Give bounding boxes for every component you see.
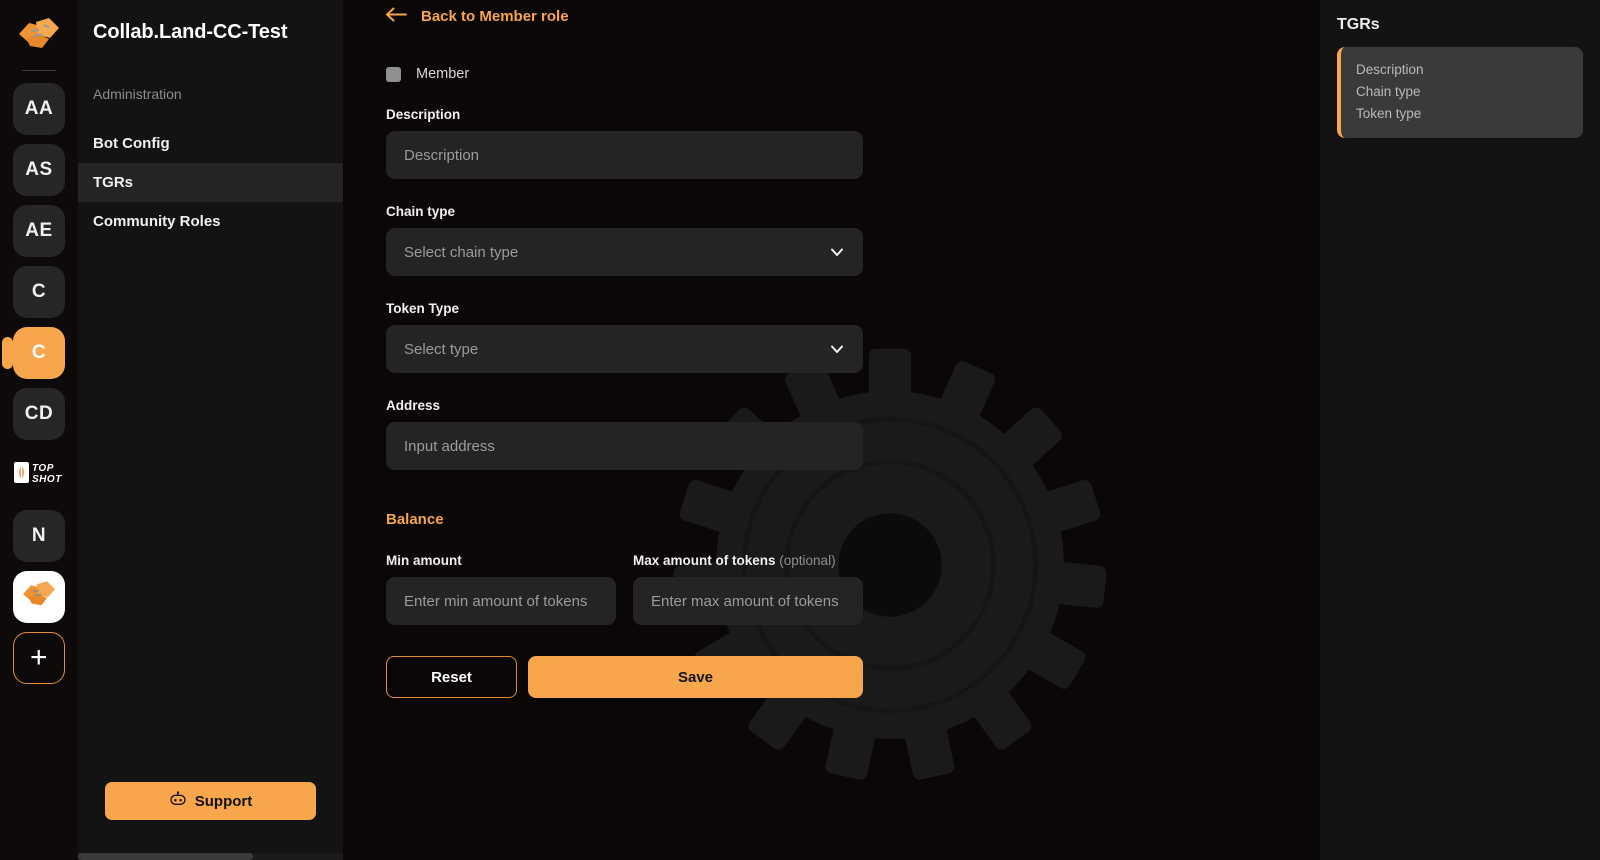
reset-button-label: Reset: [431, 668, 472, 686]
rail-item-label: AA: [24, 98, 54, 119]
support-button[interactable]: Support: [105, 782, 316, 820]
rail-item-c[interactable]: C: [13, 266, 65, 318]
min-amount-field-group: Min amount Enter min amount of tokens: [386, 553, 616, 625]
address-field-group: Address Input address: [386, 398, 863, 470]
token-type-label: Token Type: [386, 301, 460, 316]
active-community-indicator: [2, 337, 13, 369]
outline-link-chain-type[interactable]: Chain type: [1356, 81, 1583, 103]
sidebar-item-tgrs[interactable]: TGRs: [78, 163, 343, 202]
rail-item-c-active[interactable]: C: [2, 327, 65, 379]
sidebar-nav: Bot Config TGRs Community Roles: [78, 124, 343, 241]
max-amount-placeholder: Enter max amount of tokens: [651, 592, 839, 610]
chain-type-placeholder: Select chain type: [404, 243, 519, 261]
rail-item-label: C: [31, 342, 47, 363]
svg-text:TOP: TOP: [32, 463, 54, 474]
support-area: Support: [78, 782, 343, 860]
right-panel-outline-card: Description Chain type Token type: [1337, 47, 1583, 138]
max-amount-field-group: Max amount of tokens (optional) Enter ma…: [633, 553, 863, 625]
chain-type-label: Chain type: [386, 204, 456, 219]
rail-divider: [22, 70, 56, 71]
role-row: Member: [386, 66, 1320, 82]
token-type-placeholder: Select type: [404, 340, 479, 358]
back-link-label: Back to Member role: [421, 8, 569, 25]
sidebar-item-label: Bot Config: [93, 135, 170, 152]
description-input[interactable]: Description: [386, 131, 863, 179]
community-title: Collab.Land-CC-Test: [93, 21, 288, 43]
max-amount-optional-tag: (optional): [779, 553, 836, 568]
max-amount-input[interactable]: Enter max amount of tokens: [633, 577, 863, 625]
rail-item-top-shot[interactable]: TOP SHOT: [13, 449, 65, 501]
min-amount-label: Min amount: [386, 553, 616, 568]
rail-item-collabland[interactable]: [13, 571, 65, 623]
description-placeholder: Description: [404, 146, 480, 164]
app-root: AA AS AE C C CD TOP SHOT N + Collab.Land…: [0, 0, 1600, 860]
chain-type-field-group: Chain type Select chain type: [386, 204, 863, 276]
chain-type-select[interactable]: Select chain type: [386, 228, 863, 276]
rail-item-cd[interactable]: CD: [13, 388, 65, 440]
form-actions: Reset Save: [386, 656, 1320, 698]
reset-button[interactable]: Reset: [386, 656, 517, 698]
sidebar-item-community-roles[interactable]: Community Roles: [78, 202, 343, 241]
token-type-field-group: Token Type Select type: [386, 301, 863, 373]
outline-link-description[interactable]: Description: [1356, 59, 1583, 81]
sidebar-item-bot-config[interactable]: Bot Config: [78, 124, 343, 163]
rail-item-n[interactable]: N: [13, 510, 65, 562]
chevron-down-icon: [829, 341, 845, 357]
sidebar-horizontal-scrollbar[interactable]: [78, 853, 343, 860]
address-label: Address: [386, 398, 441, 413]
collabland-handshake-icon: [20, 578, 58, 616]
rail-item-label: AE: [25, 220, 53, 241]
balance-section-title: Balance: [386, 511, 444, 528]
collabland-logo-icon: [11, 10, 67, 58]
community-rail: AA AS AE C C CD TOP SHOT N +: [0, 0, 78, 860]
address-input[interactable]: Input address: [386, 422, 863, 470]
nba-top-shot-icon: TOP SHOT: [13, 458, 65, 492]
rail-item-label: C: [31, 281, 47, 302]
sidebar-item-label: Community Roles: [93, 213, 221, 230]
rail-item-label: AS: [25, 159, 53, 180]
main-content: Back to Member role Member Description D…: [343, 0, 1320, 860]
role-color-swatch: [386, 66, 401, 82]
back-to-member-role-link[interactable]: Back to Member role: [386, 0, 569, 26]
outline-link-token-type[interactable]: Token type: [1356, 103, 1583, 125]
add-community-button[interactable]: +: [13, 632, 65, 684]
right-panel: TGRs Description Chain type Token type: [1320, 0, 1600, 860]
save-button-label: Save: [677, 668, 714, 686]
sidebar-item-label: TGRs: [93, 174, 134, 191]
description-label: Description: [386, 107, 461, 122]
bot-icon: [169, 791, 187, 811]
svg-text:SHOT: SHOT: [32, 474, 62, 485]
form-container: Back to Member role Member Description D…: [343, 0, 1320, 698]
sidebar-section-label: Administration: [93, 86, 182, 102]
save-button[interactable]: Save: [528, 656, 863, 698]
rail-item-label: N: [31, 525, 47, 546]
min-amount-placeholder: Enter min amount of tokens: [404, 592, 588, 610]
chevron-down-icon: [829, 244, 845, 260]
sidebar: Collab.Land-CC-Test Administration Bot C…: [78, 0, 343, 860]
support-button-label: Support: [194, 792, 253, 810]
plus-icon: +: [29, 641, 49, 674]
rail-item-ae[interactable]: AE: [13, 205, 65, 257]
right-panel-title: TGRs: [1337, 16, 1380, 33]
token-type-select[interactable]: Select type: [386, 325, 863, 373]
description-field-group: Description Description: [386, 107, 863, 179]
role-name-label: Member: [416, 66, 470, 82]
min-amount-input[interactable]: Enter min amount of tokens: [386, 577, 616, 625]
arrow-left-icon: [386, 7, 408, 26]
address-placeholder: Input address: [404, 437, 495, 455]
balance-fields-row: Min amount Enter min amount of tokens Ma…: [386, 553, 1320, 625]
rail-item-as[interactable]: AS: [13, 144, 65, 196]
min-amount-label-text: Min amount: [386, 553, 462, 568]
rail-item-aa[interactable]: AA: [13, 83, 65, 135]
rail-item-label: CD: [24, 403, 54, 424]
max-amount-label-text: Max amount of tokens: [633, 553, 776, 568]
max-amount-label: Max amount of tokens (optional): [633, 553, 863, 568]
